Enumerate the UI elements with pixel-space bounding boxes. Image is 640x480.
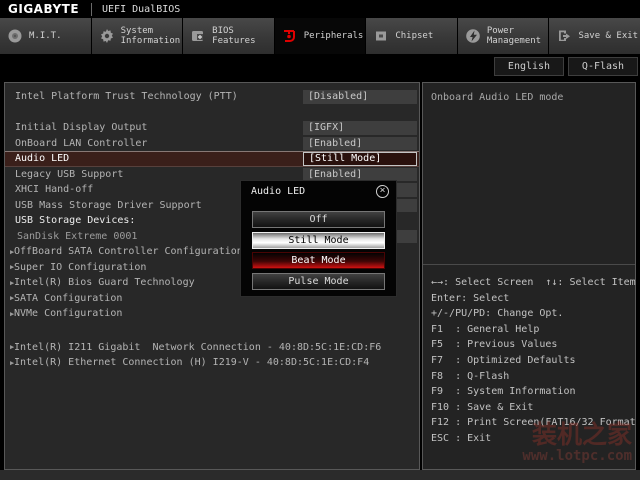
settings-row[interactable]: Intel Platform Trust Technology (PTT) [Di… xyxy=(5,89,419,105)
help-line: ESC : Exit xyxy=(431,431,635,447)
tab-system-information[interactable]: System Information xyxy=(92,18,183,54)
language-button[interactable]: English xyxy=(494,57,564,76)
setting-label: Intel(R) Ethernet Connection (H) I219-V … xyxy=(14,357,369,368)
setting-label: Intel(R) Bios Guard Technology xyxy=(14,277,195,288)
setting-label: Initial Display Output xyxy=(5,122,147,133)
setting-label: USB Storage Devices: xyxy=(5,215,135,226)
setting-value: [Still Mode] xyxy=(303,152,417,166)
bottom-strip xyxy=(0,470,640,480)
submenu-arrow-icon: ▶ xyxy=(5,310,14,318)
tab-label: Chipset xyxy=(395,31,433,41)
help-line: F8 : Q-Flash xyxy=(431,369,635,385)
dialog-option-off[interactable]: Off xyxy=(252,211,385,228)
setting-label: SanDisk Extreme 0001 xyxy=(5,231,137,242)
setting-label: NVMe Configuration xyxy=(14,308,122,319)
setting-label: Legacy USB Support xyxy=(5,169,123,180)
setting-label: Intel Platform Trust Technology (PTT) xyxy=(5,91,238,102)
dialog-title: Audio LED xyxy=(251,186,305,197)
bios-title: UEFI DualBIOS xyxy=(102,4,180,15)
dialog-option-beat-mode[interactable]: Beat Mode xyxy=(252,252,385,269)
setting-label: XHCI Hand-off xyxy=(5,184,93,195)
audio-led-dialog: Audio LED × Off Still Mode Beat Mode Pulse … xyxy=(240,180,397,297)
setting-description: Onboard Audio LED mode xyxy=(423,83,635,112)
tab-label: BIOS Features xyxy=(212,26,274,46)
logo-divider xyxy=(91,3,92,16)
dialog-option-still-mode[interactable]: Still Mode xyxy=(252,232,385,249)
close-icon[interactable]: × xyxy=(376,185,389,198)
help-line: F10 : Save & Exit xyxy=(431,400,635,416)
settings-row[interactable]: Audio LED [Still Mode] xyxy=(5,151,419,167)
setting-value: [Enabled] xyxy=(303,168,417,182)
tab-chipset[interactable]: Chipset xyxy=(366,18,457,54)
settings-row[interactable]: Initial Display Output [IGFX] xyxy=(5,120,419,136)
mit-icon xyxy=(7,28,23,44)
row-spacer xyxy=(5,322,419,340)
settings-row[interactable]: ▶Intel(R) Ethernet Connection (H) I219-V… xyxy=(5,355,419,371)
system-information-icon xyxy=(99,28,115,44)
title-bar: GIGABYTE UEFI DualBIOS xyxy=(0,0,640,18)
setting-label: SATA Configuration xyxy=(14,293,122,304)
help-line: F7 : Optimized Defaults xyxy=(431,353,635,369)
submenu-arrow-icon: ▶ xyxy=(5,359,14,367)
power-management-icon xyxy=(465,28,481,44)
setting-label: Super IO Configuration xyxy=(14,262,146,273)
chipset-icon xyxy=(373,28,389,44)
tab-power-management[interactable]: Power Management xyxy=(458,18,549,54)
bios-features-icon xyxy=(190,28,206,44)
setting-label: OnBoard LAN Controller xyxy=(5,138,147,149)
submenu-arrow-icon: ▶ xyxy=(5,279,14,287)
row-spacer xyxy=(5,105,419,121)
qflash-button[interactable]: Q-Flash xyxy=(568,57,638,76)
tab-peripherals[interactable]: Peripherals xyxy=(275,18,366,54)
help-line: F5 : Previous Values xyxy=(431,337,635,353)
tab-label: System Information xyxy=(121,26,183,46)
tab-label: Save & Exit xyxy=(578,31,638,41)
setting-value: [IGFX] xyxy=(303,121,417,135)
dialog-options: Off Still Mode Beat Mode Pulse Mode xyxy=(241,201,396,290)
peripherals-icon xyxy=(282,28,298,44)
setting-label: USB Mass Storage Driver Support xyxy=(5,200,202,211)
tab-save-exit[interactable]: Save & Exit xyxy=(549,18,640,54)
dialog-title-bar: Audio LED × xyxy=(241,181,396,201)
submenu-arrow-icon: ▶ xyxy=(5,248,14,256)
info-panel: Onboard Audio LED mode ←→: Select Screen… xyxy=(422,82,636,470)
help-line: F1 : General Help xyxy=(431,322,635,338)
help-panel: ←→: Select Screen ↑↓: Select ItemEnter: … xyxy=(423,265,635,469)
setting-label: Audio LED xyxy=(5,153,69,164)
settings-row[interactable]: ▶NVMe Configuration xyxy=(5,306,419,322)
help-line: Enter: Select xyxy=(431,291,635,307)
gigabyte-logo: GIGABYTE xyxy=(0,2,79,16)
save-exit-icon xyxy=(556,28,572,44)
submenu-arrow-icon: ▶ xyxy=(5,343,14,351)
setting-value: [Disabled] xyxy=(303,90,417,104)
tab-label: Peripherals xyxy=(304,31,364,41)
submenu-arrow-icon: ▶ xyxy=(5,294,14,302)
help-line: F9 : System Information xyxy=(431,384,635,400)
setting-value: [Enabled] xyxy=(303,137,417,151)
tab-label: M.I.T. xyxy=(29,31,62,41)
settings-row[interactable]: OnBoard LAN Controller [Enabled] xyxy=(5,136,419,152)
setting-label: Intel(R) I211 Gigabit Network Connection… xyxy=(14,342,381,353)
help-line: +/-/PU/PD: Change Opt. xyxy=(431,306,635,322)
settings-row[interactable]: ▶Intel(R) I211 Gigabit Network Connectio… xyxy=(5,340,419,356)
help-line: ←→: Select Screen ↑↓: Select Item xyxy=(431,275,635,291)
tab-bios-features[interactable]: BIOS Features xyxy=(183,18,274,54)
help-line: F12 : Print Screen(FAT16/32 Format Only) xyxy=(431,415,635,431)
setting-label: OffBoard SATA Controller Configuration xyxy=(14,246,243,257)
submenu-arrow-icon: ▶ xyxy=(5,263,14,271)
tab-label: Power Management xyxy=(487,26,549,46)
tab-bar: M.I.T. System Information BIOS Features Per… xyxy=(0,18,640,54)
tab-mit[interactable]: M.I.T. xyxy=(0,18,91,54)
dialog-option-pulse-mode[interactable]: Pulse Mode xyxy=(252,273,385,290)
